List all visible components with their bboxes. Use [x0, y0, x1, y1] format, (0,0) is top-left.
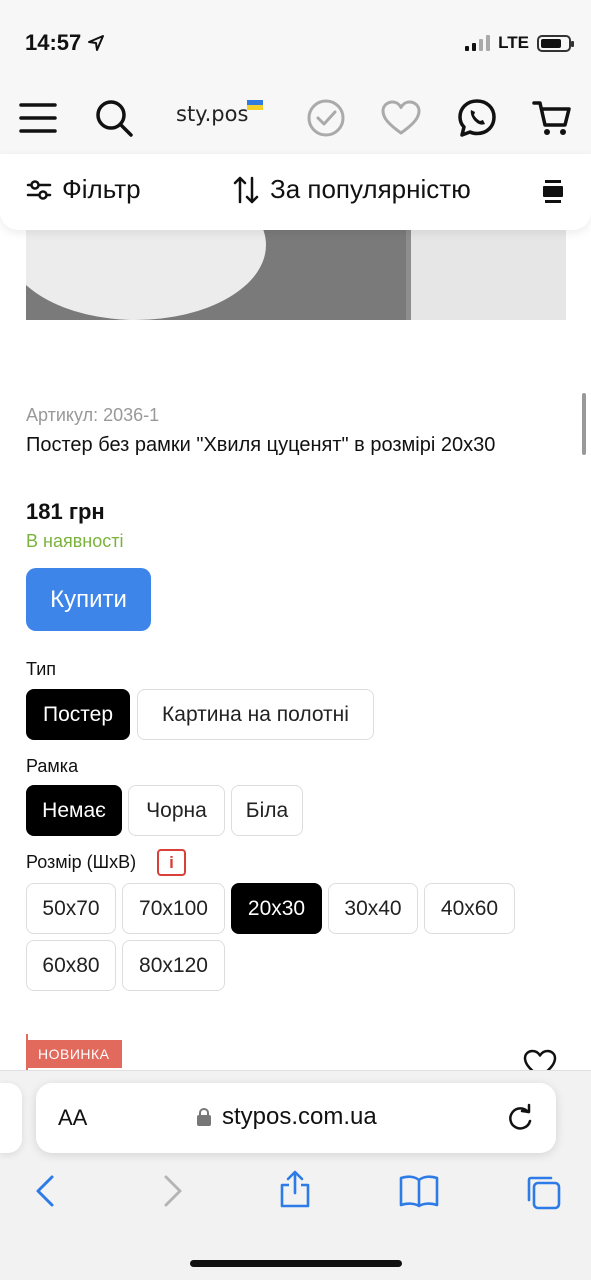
stock-status: В наявності	[26, 531, 124, 551]
product-article: Артикул: 2036-1	[26, 405, 160, 425]
logo-text: sty.pos	[176, 102, 249, 126]
browser-bar: AA stypos.com.ua	[0, 1070, 591, 1280]
type-option-canvas[interactable]: Картина на полотні	[137, 689, 374, 740]
search-icon[interactable]	[92, 96, 136, 140]
size-option[interactable]: 60x80	[26, 940, 116, 991]
view-toggle-button[interactable]	[542, 179, 564, 205]
status-bar: 14:57 LTE	[0, 0, 591, 88]
size-option-selected[interactable]: 20x30	[231, 883, 322, 934]
menu-icon[interactable]	[16, 96, 60, 140]
previous-tab-preview[interactable]	[0, 1083, 22, 1153]
lock-icon	[197, 1107, 211, 1126]
battery-icon	[537, 34, 574, 52]
url-display[interactable]: stypos.com.ua	[196, 1103, 377, 1131]
bookmarks-icon[interactable]	[398, 1173, 440, 1214]
size-option[interactable]: 40x60	[424, 883, 515, 934]
product-price: 181 грн	[26, 499, 105, 524]
phone-chat-icon[interactable]	[455, 96, 499, 140]
filter-label: Фільтр	[62, 174, 141, 204]
network-type: LTE	[498, 33, 529, 52]
size-info-icon[interactable]: i	[157, 849, 186, 876]
ukraine-flag-icon	[247, 100, 263, 110]
size-option[interactable]: 50x70	[26, 883, 116, 934]
status-time: 14:57	[25, 30, 105, 56]
share-icon[interactable]	[278, 1169, 312, 1214]
site-logo[interactable]: sty.pos	[176, 100, 263, 126]
frame-option-black[interactable]: Чорна	[128, 785, 225, 836]
text-size-button[interactable]: AA	[58, 1105, 87, 1131]
site-header: sty.pos	[0, 88, 591, 154]
product-title[interactable]: Постер без рамки "Хвиля цуценят" в розмі…	[26, 431, 526, 460]
back-icon[interactable]	[32, 1173, 58, 1214]
time-text: 14:57	[25, 30, 82, 55]
frame-label: Рамка	[26, 756, 79, 776]
filter-button[interactable]: Фільтр	[26, 174, 141, 205]
text-size-label: AA	[58, 1105, 88, 1130]
wishlist-heart-icon[interactable]	[379, 96, 423, 140]
sort-arrows-icon	[233, 176, 259, 203]
forward-icon	[160, 1173, 186, 1214]
url-text: stypos.com.ua	[222, 1103, 377, 1130]
size-label: Розмір (ШхВ)	[26, 852, 137, 872]
list-view-icon	[543, 180, 563, 203]
frame-option-none[interactable]: Немає	[26, 785, 122, 836]
buy-button[interactable]: Купити	[26, 568, 151, 631]
filter-bar: Фільтр За популярністю	[0, 154, 591, 230]
tabs-icon[interactable]	[524, 1173, 562, 1216]
type-option-poster[interactable]: Постер	[26, 689, 130, 740]
address-bar[interactable]: AA stypos.com.ua	[36, 1083, 556, 1153]
frame-option-white[interactable]: Біла	[231, 785, 303, 836]
size-option[interactable]: 80x120	[122, 940, 225, 991]
filter-sliders-icon	[26, 179, 52, 200]
location-arrow-icon	[88, 35, 105, 51]
compare-check-icon[interactable]	[304, 96, 348, 140]
sort-button[interactable]: За популярністю	[232, 174, 471, 205]
home-indicator[interactable]	[190, 1260, 402, 1267]
size-option[interactable]: 70x100	[122, 883, 225, 934]
signal-icon	[465, 35, 491, 51]
cart-icon[interactable]	[530, 96, 574, 140]
new-badge: НОВИНКА	[26, 1040, 122, 1068]
type-label: Тип	[26, 659, 57, 679]
reload-icon[interactable]	[506, 1103, 534, 1138]
sort-label: За популярністю	[270, 174, 471, 204]
product-image[interactable]	[26, 230, 566, 320]
size-option[interactable]: 30x40	[328, 883, 418, 934]
scrollbar[interactable]	[582, 393, 586, 455]
